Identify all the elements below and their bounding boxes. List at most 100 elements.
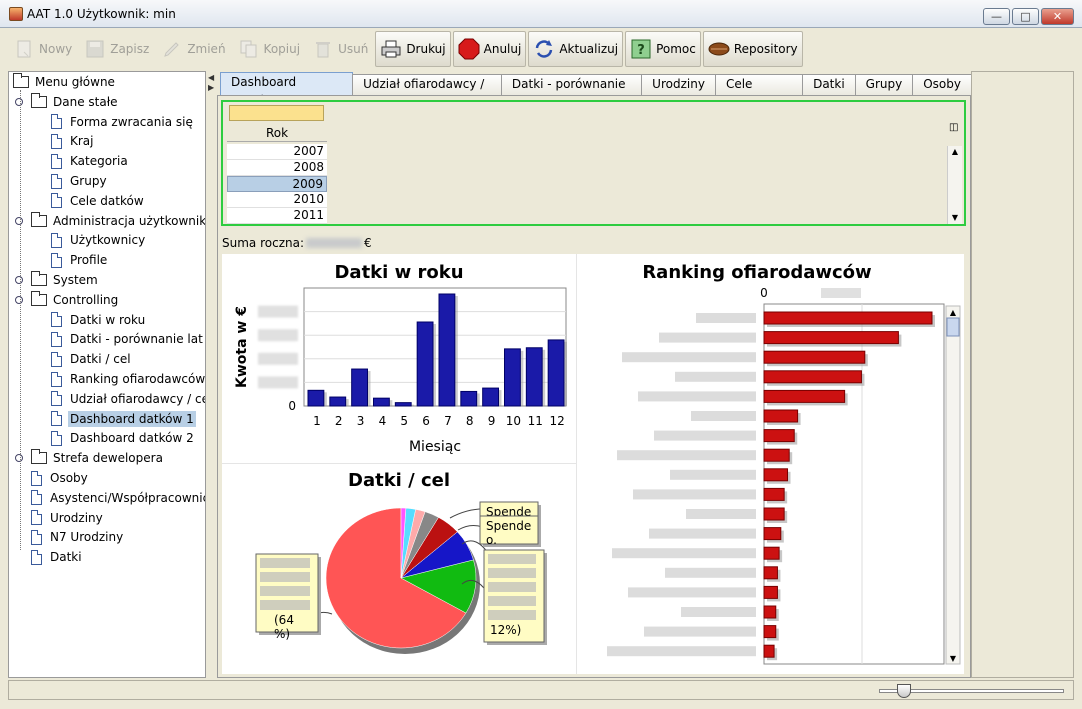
- tree-item-strefa-dewelopera[interactable]: Strefa dewelopera: [15, 449, 165, 467]
- tree-item-datki[interactable]: Datki: [31, 548, 84, 566]
- new-icon: [13, 38, 35, 60]
- document-icon: [51, 331, 62, 347]
- collapse-left-arrow-icon[interactable]: ◀: [208, 73, 214, 82]
- document-icon: [51, 351, 62, 367]
- year-row[interactable]: 2011: [227, 208, 327, 224]
- window-title: AAT 1.0 Użytkownik: min: [27, 6, 176, 21]
- usuń-button[interactable]: Usuń: [307, 31, 373, 67]
- bar: [307, 389, 325, 407]
- tree-expand-handle-icon[interactable]: [15, 97, 23, 106]
- maximize-button[interactable]: □: [1012, 8, 1039, 25]
- tree-item-udział-ofiarodawcy-cel[interactable]: Udział ofiarodawcy / cel: [51, 390, 205, 408]
- year-scrollbar[interactable]: ▲ ▼: [947, 146, 962, 224]
- document-icon: [31, 549, 42, 565]
- x-tick-label: 7: [444, 414, 452, 428]
- tree-item-ranking-ofiarodawców[interactable]: Ranking ofiarodawców: [51, 370, 205, 388]
- bar: [547, 339, 565, 407]
- tree-item-dashboard-datków-2[interactable]: Dashboard datków 2: [51, 429, 196, 447]
- minimize-button[interactable]: —: [983, 8, 1010, 25]
- tree-item-kraj[interactable]: Kraj: [51, 132, 96, 150]
- tab-urodziny[interactable]: Urodziny: [641, 74, 716, 95]
- tree-item-datki-porównanie-lat[interactable]: Datki - porównanie lat: [51, 330, 205, 348]
- tree-item-cele-datków[interactable]: Cele datków: [51, 192, 146, 210]
- tree-item-dashboard-datków-1[interactable]: Dashboard datków 1: [51, 410, 196, 428]
- chart-title: Datki w roku: [334, 262, 463, 283]
- tree-item-dane-stałe[interactable]: Dane stałe: [15, 92, 120, 111]
- ranking-scrollbar-thumb[interactable]: [946, 317, 960, 337]
- scroll-up-icon[interactable]: ▲: [948, 146, 962, 158]
- year-row[interactable]: 2008: [227, 160, 327, 176]
- donor-name-redacted: [644, 626, 756, 637]
- donor-name-redacted: [691, 411, 756, 421]
- tree-item-menu-główne[interactable]: Menu główne: [13, 73, 117, 91]
- ranking-scrollbar[interactable]: [945, 305, 961, 665]
- tree-item-profile[interactable]: Profile: [51, 251, 109, 269]
- tab-grupy[interactable]: Grupy: [854, 74, 914, 95]
- tree-expand-handle-icon[interactable]: [15, 295, 23, 304]
- tree-item-datki-w-roku[interactable]: Datki w roku: [51, 311, 147, 329]
- bar: [763, 429, 795, 443]
- slice-label-text: (64: [274, 613, 294, 627]
- aktualizuj-button[interactable]: Aktualizuj: [528, 31, 624, 67]
- column-control-icon[interactable]: ◫: [949, 122, 958, 133]
- document-icon: [51, 173, 62, 189]
- nowy-button[interactable]: Nowy: [8, 31, 77, 67]
- toolbar: Nowy Zapisz Zmień Kopiuj Usuń Drukuj Anuluj Akt…: [0, 28, 1082, 70]
- year-row[interactable]: 2009: [227, 176, 327, 192]
- zoom-slider-thumb[interactable]: [897, 684, 911, 698]
- tree-item-kategoria[interactable]: Kategoria: [51, 152, 130, 170]
- tree-item-controlling[interactable]: Controlling: [15, 290, 120, 309]
- x-tick-label: 6: [422, 414, 430, 428]
- scroll-down-icon[interactable]: ▼: [948, 212, 962, 224]
- year-row[interactable]: 2007: [227, 144, 327, 160]
- bar: [763, 448, 790, 462]
- tab-datki-porównanie-lat[interactable]: Datki - porównanie lat: [500, 74, 643, 110]
- year-filter-swatch[interactable]: [229, 105, 324, 121]
- tree-item-system[interactable]: System: [15, 271, 100, 289]
- tree-expand-handle-icon[interactable]: [15, 276, 23, 284]
- navigation-tree[interactable]: Menu główne Dane stałe Forma zwracania się…: [8, 71, 206, 678]
- zmień-button[interactable]: Zmień: [156, 31, 230, 67]
- year-column-header[interactable]: Rok: [227, 126, 327, 142]
- repository-button[interactable]: Repository: [702, 31, 803, 67]
- tree-expand-handle-icon[interactable]: [15, 216, 23, 225]
- svg-text:?: ?: [637, 43, 645, 58]
- scroll-down-icon[interactable]: ▼: [950, 654, 957, 663]
- collapse-right-arrow-icon[interactable]: ▶: [208, 83, 214, 92]
- scroll-up-icon[interactable]: ▲: [950, 308, 957, 317]
- x-tick-label: 10: [506, 414, 521, 428]
- document-icon: [31, 510, 42, 526]
- tab-datki[interactable]: Datki: [802, 74, 856, 95]
- donor-name-redacted: [670, 469, 756, 480]
- tree-item-n7-urodziny[interactable]: N7 Urodziny: [31, 528, 125, 546]
- tree-item-label: Grupy: [70, 174, 107, 188]
- tab-udział-ofiarodawcy-cel[interactable]: Udział ofiarodawcy / cel: [352, 74, 502, 110]
- tree-item-forma-zwracania-się[interactable]: Forma zwracania się: [51, 113, 195, 131]
- tab-cele-datków[interactable]: Cele datków: [714, 74, 804, 110]
- tree-item-asystenci-współpracownicy[interactable]: Asystenci/Współpracownicy: [31, 489, 205, 507]
- tree-item-osoby[interactable]: Osoby: [31, 469, 90, 487]
- drukuj-button[interactable]: Drukuj: [375, 31, 451, 67]
- tree-expand-handle-icon[interactable]: [15, 454, 23, 463]
- tab-dashboard-datków-1[interactable]: Dashboard datków 1: [220, 72, 354, 108]
- tree-item-użytkownicy[interactable]: Użytkownicy: [51, 231, 147, 249]
- tree-item-datki-cel[interactable]: Datki / cel: [51, 350, 133, 368]
- splitter[interactable]: ◀ ▶: [206, 71, 216, 678]
- kopiuj-button[interactable]: Kopiuj: [233, 31, 306, 67]
- tree-item-administracja-użytkowników[interactable]: Administracja użytkowników: [15, 211, 205, 230]
- y-tick-label: 0: [288, 399, 296, 413]
- anuluj-button[interactable]: Anuluj: [452, 31, 527, 67]
- bar: [763, 331, 899, 345]
- tree-item-grupy[interactable]: Grupy: [51, 172, 109, 190]
- zapisz-button[interactable]: Zapisz: [79, 31, 154, 67]
- close-button[interactable]: ✕: [1041, 8, 1074, 25]
- bar: [763, 468, 789, 482]
- tree-item-urodziny[interactable]: Urodziny: [31, 509, 105, 527]
- label-text-redacted: [488, 554, 536, 564]
- pomoc-button[interactable]: ? Pomoc: [625, 31, 701, 67]
- slice-label-text: o.: [486, 533, 497, 547]
- donor-name-redacted: [607, 646, 756, 657]
- year-row[interactable]: 2010: [227, 192, 327, 208]
- tab-osoby[interactable]: Osoby: [912, 74, 972, 95]
- donor-name-redacted: [612, 548, 756, 559]
